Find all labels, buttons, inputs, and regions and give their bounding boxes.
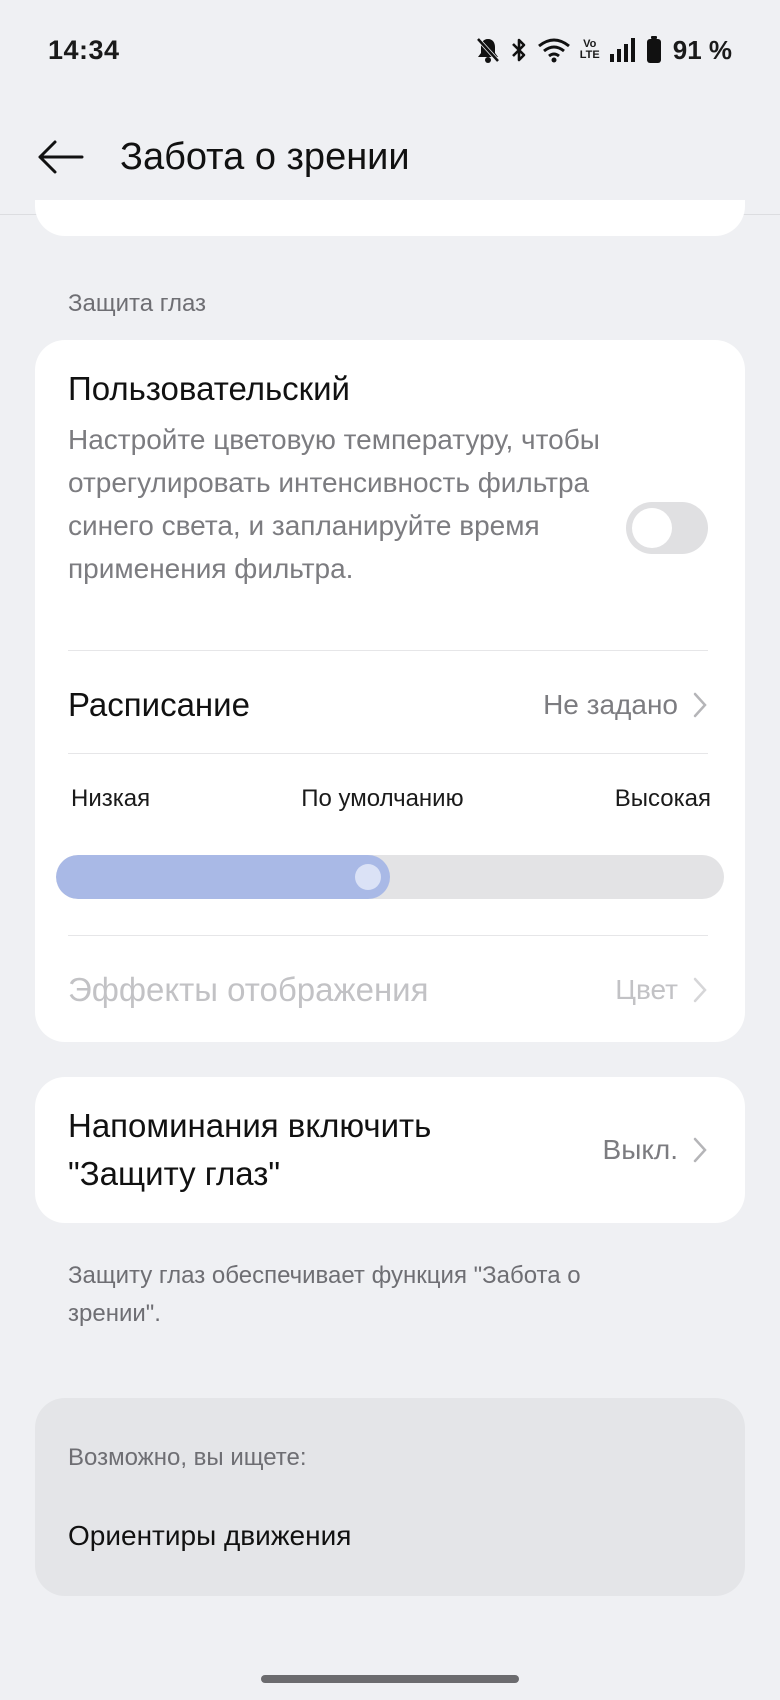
slider-thumb[interactable] bbox=[355, 864, 381, 890]
intensity-low-label: Низкая bbox=[71, 785, 151, 812]
battery-icon bbox=[646, 36, 662, 64]
chevron-right-icon bbox=[693, 692, 707, 718]
intensity-labels: Низкая По умолчанию Высокая bbox=[71, 785, 711, 813]
suggestions-label: Возможно, вы ищете: bbox=[68, 1444, 307, 1471]
schedule-value-group: Не задано bbox=[543, 689, 708, 721]
schedule-value: Не задано bbox=[543, 689, 678, 720]
footnote: Защиту глаз обеспечивает функция "Забота… bbox=[68, 1262, 581, 1327]
divider bbox=[68, 753, 708, 754]
volte-icon: Vo LTE bbox=[580, 39, 600, 61]
app-header: Забота о зрении bbox=[0, 100, 780, 215]
previous-card-bottom bbox=[35, 200, 745, 236]
mute-icon bbox=[475, 36, 501, 64]
chevron-right-icon bbox=[693, 1137, 707, 1163]
custom-mode-toggle[interactable] bbox=[626, 502, 708, 554]
schedule-label: Расписание bbox=[68, 686, 250, 723]
home-indicator[interactable] bbox=[261, 1675, 519, 1683]
wifi-icon bbox=[537, 37, 571, 63]
signal-icon bbox=[609, 37, 637, 63]
screen: 14:34 Vo LTE 91 % Забота о зрении Защита… bbox=[0, 0, 780, 1700]
reminder-label: Напоминания включить "Защиту глаз" bbox=[68, 1107, 432, 1192]
reminder-row[interactable]: Напоминания включить "Защиту глаз" Выкл. bbox=[68, 1077, 708, 1223]
suggestion-item[interactable]: Ориентиры движения bbox=[68, 1520, 351, 1552]
custom-mode-description: Настройте цветовую температуру, чтобы от… bbox=[68, 424, 600, 584]
custom-mode-title: Пользовательский bbox=[68, 370, 350, 407]
intensity-slider[interactable] bbox=[56, 855, 724, 899]
reminder-value-group: Выкл. bbox=[603, 1134, 708, 1166]
display-effects-value: Цвет bbox=[615, 974, 678, 1005]
divider bbox=[68, 650, 708, 651]
battery-percentage: 91 % bbox=[672, 34, 732, 65]
divider bbox=[68, 935, 708, 936]
suggestions-card: Возможно, вы ищете: Ориентиры движения bbox=[35, 1398, 745, 1596]
page-title: Забота о зрении bbox=[120, 135, 410, 178]
chevron-right-icon bbox=[693, 977, 707, 1003]
toggle-knob bbox=[632, 508, 672, 548]
intensity-high-label: Высокая bbox=[614, 785, 711, 812]
eye-protection-card: Пользовательский Настройте цветовую темп… bbox=[35, 340, 745, 1042]
bluetooth-icon bbox=[510, 36, 528, 64]
status-time: 14:34 bbox=[48, 34, 120, 65]
section-label-eye-protection: Защита глаз bbox=[68, 290, 207, 317]
status-icons: Vo LTE 91 % bbox=[475, 35, 732, 66]
display-effects-label: Эффекты отображения bbox=[68, 971, 429, 1008]
back-button[interactable] bbox=[0, 100, 120, 214]
schedule-row[interactable]: Расписание Не задано bbox=[68, 655, 708, 755]
display-effects-value-group: Цвет bbox=[615, 974, 708, 1006]
status-bar: 14:34 Vo LTE 91 % bbox=[0, 0, 780, 100]
display-effects-row[interactable]: Эффекты отображения Цвет bbox=[68, 940, 708, 1040]
reminder-value: Выкл. bbox=[602, 1134, 678, 1165]
reminder-card: Напоминания включить "Защиту глаз" Выкл. bbox=[35, 1077, 745, 1223]
intensity-default-label: По умолчанию bbox=[301, 785, 464, 812]
volte-bottom: LTE bbox=[579, 49, 600, 61]
slider-fill bbox=[56, 855, 390, 899]
back-arrow-icon bbox=[38, 140, 84, 174]
custom-mode-row[interactable]: Пользовательский Настройте цветовую темп… bbox=[68, 370, 708, 660]
